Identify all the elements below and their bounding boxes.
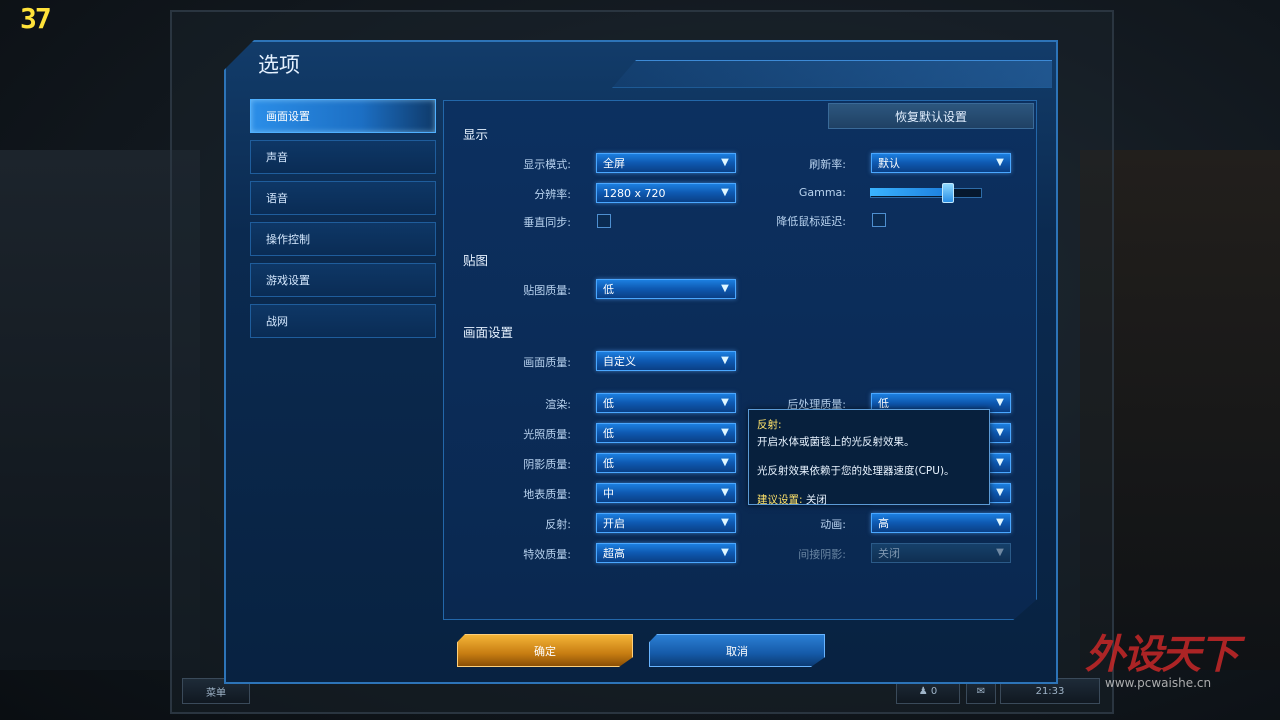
sidebar-item-graphics[interactable]: 画面设置 [250, 99, 436, 133]
chevron-down-icon: ▼ [996, 157, 1004, 168]
watermark-url: www.pcwaishe.cn [1105, 676, 1212, 690]
tooltip-rec-label: 建议设置: [757, 494, 803, 506]
refresh-rate-value: 默认 [878, 157, 900, 170]
chevron-down-icon: ▼ [721, 457, 729, 468]
display-mode-value: 全屏 [603, 157, 625, 170]
graphics-quality-value: 自定义 [603, 355, 636, 368]
effects-value: 超高 [603, 547, 625, 560]
texture-quality-value: 低 [603, 283, 614, 296]
graphics-quality-label: 画面质量: [523, 356, 571, 369]
chevron-down-icon: ▼ [721, 187, 729, 198]
resolution-dropdown[interactable]: 1280 x 720 ▼ [596, 183, 736, 203]
tooltip-recommendation: 建议设置: 关闭 [757, 492, 981, 507]
display-mode-dropdown[interactable]: 全屏 ▼ [596, 153, 736, 173]
animation-value: 高 [878, 517, 889, 530]
title-decoration [612, 60, 1052, 88]
gamma-slider-handle[interactable] [942, 183, 954, 203]
section-display: 显示 [463, 127, 489, 142]
render-value: 低 [603, 397, 614, 410]
graphics-quality-dropdown[interactable]: 自定义 ▼ [596, 351, 736, 371]
gamma-label: Gamma: [798, 186, 846, 199]
lighting-value: 低 [603, 427, 614, 440]
mouse-lag-label: 降低鼠标延迟: [776, 215, 846, 228]
ok-button[interactable]: 确定 [457, 634, 633, 667]
shadow-dropdown[interactable]: 低 ▼ [596, 453, 736, 473]
gamma-slider-fill [870, 188, 947, 196]
indirect-shadow-value: 关闭 [878, 547, 900, 560]
chevron-down-icon: ▼ [996, 457, 1004, 468]
shadow-value: 低 [603, 457, 614, 470]
chevron-down-icon: ▼ [721, 547, 729, 558]
sidebar-item-sound[interactable]: 声音 [250, 140, 436, 174]
sidebar-item-controls[interactable]: 操作控制 [250, 222, 436, 256]
reflection-dropdown[interactable]: 开启 ▼ [596, 513, 736, 533]
sidebar-item-voice[interactable]: 语音 [250, 181, 436, 215]
chevron-down-icon: ▼ [721, 355, 729, 366]
sidebar-item-battlenet[interactable]: 战网 [250, 304, 436, 338]
indirect-shadow-label: 间接阴影: [798, 548, 846, 561]
terrain-label: 地表质量: [523, 488, 571, 501]
social-count-value: 0 [930, 685, 938, 697]
chevron-down-icon: ▼ [996, 517, 1004, 528]
chevron-down-icon: ▼ [721, 397, 729, 408]
indirect-shadow-dropdown: 关闭 ▼ [871, 543, 1011, 563]
animation-dropdown[interactable]: 高 ▼ [871, 513, 1011, 533]
tooltip-line-2: 光反射效果依赖于您的处理器速度(CPU)。 [757, 465, 955, 477]
chevron-down-icon: ▼ [721, 517, 729, 528]
chevron-down-icon: ▼ [721, 157, 729, 168]
cancel-button[interactable]: 取消 [649, 634, 825, 667]
reflection-tooltip: 反射: 开启水体或菌毯上的光反射效果。 光反射效果依赖于您的处理器速度(CPU)… [748, 409, 990, 507]
texture-quality-dropdown[interactable]: 低 ▼ [596, 279, 736, 299]
lighting-dropdown[interactable]: 低 ▼ [596, 423, 736, 443]
friends-icon: ♟ [918, 685, 931, 697]
lighting-label: 光照质量: [523, 428, 571, 441]
section-graphics: 画面设置 [463, 325, 514, 340]
chevron-down-icon: ▼ [721, 427, 729, 438]
section-textures: 贴图 [463, 253, 489, 268]
terrain-dropdown[interactable]: 中 ▼ [596, 483, 736, 503]
chevron-down-icon: ▼ [996, 547, 1004, 558]
texture-quality-label: 贴图质量: [523, 284, 571, 297]
animation-label: 动画: [820, 518, 846, 531]
effects-dropdown[interactable]: 超高 ▼ [596, 543, 736, 563]
watermark-text: 外设天下 [1085, 631, 1239, 678]
reflection-value: 开启 [603, 517, 625, 530]
effects-label: 特效质量: [523, 548, 571, 561]
refresh-rate-dropdown[interactable]: 默认 ▼ [871, 153, 1011, 173]
dialog-title: 选项 [258, 53, 300, 77]
chevron-down-icon: ▼ [721, 283, 729, 294]
vsync-label: 垂直同步: [523, 216, 571, 229]
mouse-lag-checkbox[interactable] [872, 213, 886, 227]
watermark-logo: 外设天下 www.pcwaishe.cn [1085, 622, 1265, 697]
reflection-label: 反射: [545, 518, 571, 531]
chevron-down-icon: ▼ [996, 487, 1004, 498]
options-sidebar: 画面设置 声音 语音 操作控制 游戏设置 战网 [250, 99, 436, 345]
refresh-rate-label: 刷新率: [809, 158, 846, 171]
render-label: 渲染: [545, 398, 571, 411]
resolution-value: 1280 x 720 [603, 186, 666, 200]
render-dropdown[interactable]: 低 ▼ [596, 393, 736, 413]
sidebar-item-gameplay[interactable]: 游戏设置 [250, 263, 436, 297]
display-mode-label: 显示模式: [523, 158, 571, 171]
chevron-down-icon: ▼ [996, 397, 1004, 408]
resolution-label: 分辨率: [534, 188, 571, 201]
tooltip-title: 反射: [757, 419, 782, 431]
fps-counter: 37 [20, 2, 52, 35]
reset-defaults-button[interactable]: 恢复默认设置 [828, 103, 1034, 129]
chevron-down-icon: ▼ [721, 487, 729, 498]
shadow-label: 阴影质量: [523, 458, 571, 471]
tooltip-line-1: 开启水体或菌毯上的光反射效果。 [757, 436, 915, 448]
terrain-value: 中 [603, 487, 614, 500]
tooltip-rec-value: 关闭 [805, 494, 827, 506]
chevron-down-icon: ▼ [996, 427, 1004, 438]
vsync-checkbox[interactable] [597, 214, 611, 228]
